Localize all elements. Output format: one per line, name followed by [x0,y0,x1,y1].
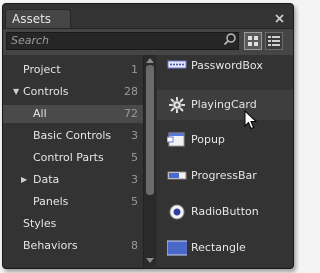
scroll-up-icon[interactable] [146,58,154,63]
assets-toolbar: Search [3,28,293,55]
asset-item-progressbar[interactable]: ProgressBar [157,161,293,191]
asset-item-rectangle[interactable]: Rectangle [157,233,293,263]
assets-scrollbar[interactable] [144,55,156,267]
asset-item-label: PasswordBox [191,59,263,72]
list-view-icon [268,36,280,46]
asset-item-playingcard[interactable]: PlayingCard [157,90,293,120]
asset-item-popup[interactable]: Popup [157,125,293,155]
tree-item-count: 8 [131,239,138,252]
category-tree: Project 1 ▼ Controls 28 All 72 Basic Controls 3 C… [3,55,143,267]
popup-icon [166,131,187,149]
playingcard-icon [167,96,187,114]
tab-assets[interactable]: Assets [5,9,71,29]
passwordbox-icon [167,57,187,75]
asset-item-label: ProgressBar [191,169,257,182]
tree-item-all[interactable]: All 72 [3,105,143,123]
tree-item-label: Control Parts [33,151,104,164]
tree-item-count: 1 [131,63,138,76]
tree-item-label: Controls [23,85,69,98]
tree-item-panels[interactable]: Panels 5 [3,193,143,211]
progressbar-icon [167,167,187,185]
scroll-down-icon[interactable] [146,258,154,263]
tree-item-label: All [33,107,47,120]
tree-item-label: Basic Controls [33,129,112,142]
list-view-button[interactable] [265,32,283,50]
tree-item-count: 72 [124,107,138,120]
asset-item-passwordbox[interactable]: PasswordBox [157,55,293,81]
tree-item-count: 5 [131,195,138,208]
asset-item-label: Popup [191,133,225,146]
rectangle-icon [166,239,190,257]
tree-item-label: Panels [33,195,69,208]
tree-item-behaviors[interactable]: Behaviors 8 [3,237,143,255]
tree-item-label: Behaviors [23,239,78,252]
tree-item-count: 28 [124,85,138,98]
tree-item-count: 5 [131,151,138,164]
mouse-cursor-icon [244,110,258,130]
tree-item-basic-controls[interactable]: Basic Controls 3 [3,127,143,145]
collapsed-arrow-icon[interactable]: ▶ [21,171,27,189]
tree-item-data[interactable]: ▶ Data 3 [3,171,143,189]
asset-list: PasswordBox PlayingCard Popup ProgressBar Ra… [157,55,293,267]
assets-panel: Assets Search Project 1 ▼ Controls 28 Al… [2,3,294,269]
radiobutton-icon [167,203,187,221]
tree-item-control-parts[interactable]: Control Parts 5 [3,149,143,167]
tree-item-controls[interactable]: ▼ Controls 28 [3,83,143,101]
asset-item-label: Rectangle [191,241,246,254]
grid-view-icon [248,36,258,46]
tree-item-project[interactable]: Project 1 [3,61,143,79]
search-icon[interactable] [223,32,237,46]
panel-titlebar: Assets [3,4,293,29]
tree-item-count: 3 [131,173,138,186]
asset-item-label: RadioButton [191,205,259,218]
grid-view-button[interactable] [244,32,262,50]
asset-item-radiobutton[interactable]: RadioButton [157,197,293,227]
tree-item-label: Data [33,173,60,186]
tree-item-label: Styles [23,217,57,230]
scroll-thumb[interactable] [146,65,154,195]
close-icon[interactable] [273,12,286,25]
tree-item-label: Project [23,63,61,76]
tree-item-styles[interactable]: Styles [3,215,143,233]
expanded-arrow-icon[interactable]: ▼ [13,83,19,101]
search-input[interactable]: Search [6,32,239,50]
tree-item-count: 3 [131,129,138,142]
